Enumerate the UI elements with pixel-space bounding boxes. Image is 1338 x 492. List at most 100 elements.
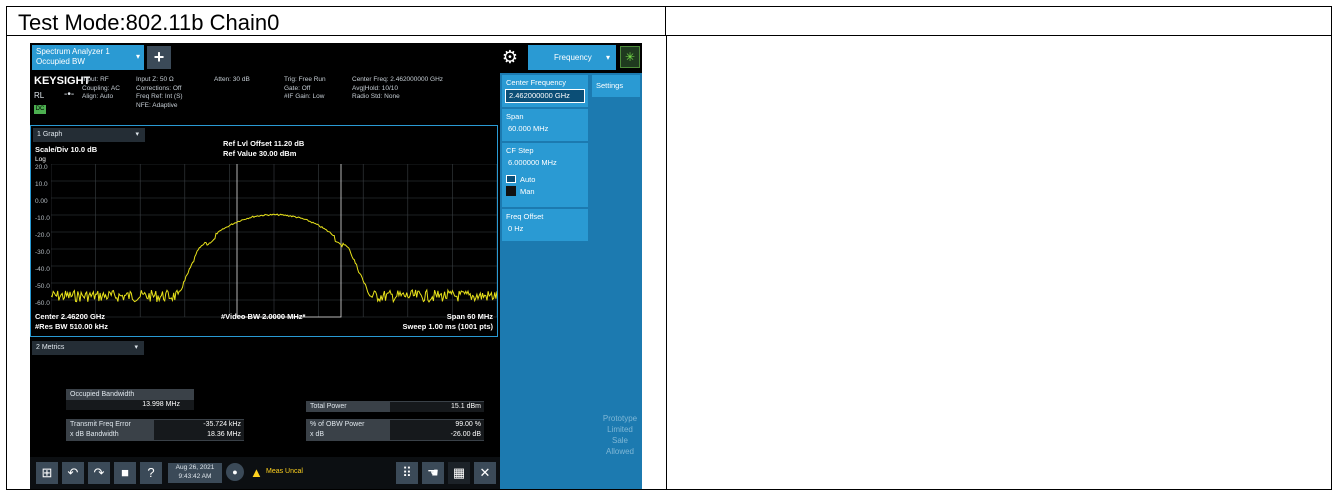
info-text: Avg|Hold: 10/10 (352, 84, 399, 92)
span-softkey[interactable]: Span 60.000 MHz (502, 109, 588, 141)
info-text: NFE: Adaptive (136, 101, 178, 109)
auto-indicator[interactable] (506, 175, 516, 183)
meas-status: Meas Uncal (266, 468, 303, 475)
sweep-label: Sweep 1.00 ms (1001 pts) (402, 322, 493, 331)
graph-window-label: 1 Graph (37, 131, 63, 138)
prototype-line: Allowed (605, 447, 634, 456)
auto-option[interactable]: Auto (520, 175, 535, 184)
date-time: Aug 26, 2021 9:43:42 AM (168, 463, 222, 483)
prototype-line: Prototype (602, 414, 638, 423)
empty-content-cell (667, 36, 1332, 490)
prototype-watermark: Prototype Limited Sale Allowed (600, 413, 640, 457)
cf-step-key-value: 6.000000 MHz (508, 158, 557, 167)
cf-step-softkey[interactable]: CF Step 6.000000 MHz Auto Man (502, 143, 588, 207)
info-text: #IF Gain: Low (284, 93, 325, 100)
span-key-value: 60.000 MHz (508, 124, 549, 133)
measurement-tab-app: Spectrum Analyzer 1 (36, 47, 110, 56)
center-frequency-key-value[interactable]: 2.462000000 GHz (505, 89, 585, 103)
keypad-icon[interactable]: ⠿ (396, 462, 418, 484)
total-power-value: 15.1 dBm (390, 402, 484, 412)
info-column-corrections: Input Z: 50 Ω Corrections: Off Freq Ref:… (136, 76, 183, 110)
info-text: Freq Ref: Int (S) (136, 93, 183, 100)
center-frequency-softkey[interactable]: Center Frequency 2.462000000 GHz (502, 75, 588, 107)
info-text: Atten: 30 dB (214, 76, 250, 83)
softkey-panel: Center Frequency 2.462000000 GHz Span 60… (500, 73, 642, 489)
prototype-line: Limited (607, 425, 633, 434)
graph-window[interactable]: 1 Graph ▾ Scale/Div 10.0 dB Ref Lvl Offs… (30, 125, 498, 337)
xdb-value: -26.00 dB (390, 430, 484, 440)
total-power-label: Total Power (310, 403, 347, 410)
res-bw-label: #Res BW 510.00 kHz (35, 322, 108, 331)
cf-step-key-label: CF Step (506, 146, 534, 155)
man-indicator[interactable] (506, 186, 516, 196)
xdb-label: x dB (310, 431, 325, 438)
ref-value: Ref Value 30.00 dBm (223, 149, 297, 158)
help-icon[interactable]: ? (140, 462, 162, 484)
obw-label: Occupied Bandwidth (66, 389, 194, 400)
tab-dropdown-icon: ▾ (135, 52, 140, 61)
y-tick-label: -60.0 (35, 300, 50, 307)
info-text: Center Freq: 2.462000000 GHz (352, 76, 444, 83)
input-connector-icon: -•- (64, 89, 75, 100)
info-column-atten: Atten: 30 dB (214, 76, 250, 85)
undo-icon[interactable]: ↶ (62, 462, 84, 484)
info-text: Input Z: 50 Ω (136, 76, 174, 83)
metrics-window-dropdown-icon: ▾ (134, 344, 138, 351)
info-text: Coupling: AC (82, 84, 120, 92)
frequency-dropdown-icon: ▾ (605, 53, 610, 62)
freq-offset-softkey[interactable]: Freq Offset 0 Hz (502, 209, 588, 241)
message-icon[interactable]: ● (226, 463, 244, 481)
add-screen-button[interactable]: + (147, 46, 171, 69)
transmit-freq-error-label: Transmit Freq Error (70, 421, 131, 428)
graticule (51, 164, 497, 318)
xdb-bandwidth-label: x dB Bandwidth (70, 431, 119, 438)
instrument-taskbar: ⊞ ↶ ↷ ■ ? Aug 26, 2021 9:43:42 AM ● ▲ Me… (30, 457, 500, 489)
redo-icon[interactable]: ↷ (88, 462, 110, 484)
graph-window-selector[interactable]: 1 Graph ▾ (33, 128, 145, 142)
spectrum-plot (51, 164, 497, 318)
man-option[interactable]: Man (520, 187, 535, 196)
settings-info-bar: KEYSIGHT RL -•- DC Input: RF Coupling: A… (30, 73, 498, 123)
y-tick-label: -30.0 (35, 249, 50, 256)
y-tick-label: 20.0 (35, 164, 48, 171)
dc-badge: DC (34, 105, 46, 114)
file-icon[interactable]: ■ (114, 462, 136, 484)
info-text: Radio Std: None (352, 93, 400, 100)
metrics-window-label: 2 Metrics (36, 344, 65, 351)
transmit-freq-error-value: -35.724 kHz (154, 420, 244, 430)
center-frequency-label: Center 2.46200 GHz (35, 312, 106, 321)
frequency-menu-label: Frequency (554, 53, 592, 62)
scale-per-division: Scale/Div 10.0 dB (35, 145, 98, 154)
freq-offset-key-value: 0 Hz (508, 224, 524, 233)
metrics-window[interactable]: 2 Metrics ▾ Occupied Bandwidth 13.998 MH… (30, 339, 498, 457)
info-column-center-freq: Center Freq: 2.462000000 GHz Avg|Hold: 1… (352, 76, 443, 102)
gear-icon[interactable]: ⚙ (500, 46, 520, 68)
fullscreen-icon[interactable]: ✕ (474, 462, 496, 484)
measurement-tab-mode: Occupied BW (36, 57, 85, 66)
info-text: Gate: Off (284, 84, 311, 92)
info-text: Trig: Free Run (284, 76, 326, 83)
settings-tab[interactable]: Settings (592, 75, 640, 97)
center-frequency-key-label: Center Frequency (506, 78, 567, 87)
prototype-line: Sale (611, 436, 628, 445)
windows-icon[interactable]: ⊞ (36, 462, 58, 484)
touch-icon[interactable]: ☚ (422, 462, 444, 484)
y-tick-label: -40.0 (35, 266, 50, 273)
title-cell: Test Mode:802.11b Chain0 (6, 6, 666, 36)
graph-window-dropdown-icon: ▾ (135, 131, 139, 138)
date-label: Aug 26, 2021 (175, 464, 215, 471)
span-key-label: Span (506, 112, 524, 121)
info-text: Input: RF (82, 76, 109, 83)
y-tick-label: 0.00 (35, 198, 48, 205)
empty-header-cell (666, 6, 1332, 36)
warning-icon: ▲ (250, 465, 263, 480)
frequency-menu-tab[interactable]: Frequency ▾ (528, 45, 616, 70)
y-tick-label: 10.0 (35, 181, 48, 188)
control-panel-icon[interactable]: ✳ (620, 46, 640, 68)
metrics-window-selector[interactable]: 2 Metrics ▾ (32, 341, 144, 355)
document-title: Test Mode:802.11b Chain0 (18, 10, 280, 35)
obw-value: 13.998 MHz (66, 400, 194, 410)
y-tick-label: -20.0 (35, 232, 50, 239)
measurement-tab[interactable]: Spectrum Analyzer 1 Occupied BW ▾ (32, 45, 144, 70)
grid-icon[interactable]: ▦ (448, 462, 470, 484)
